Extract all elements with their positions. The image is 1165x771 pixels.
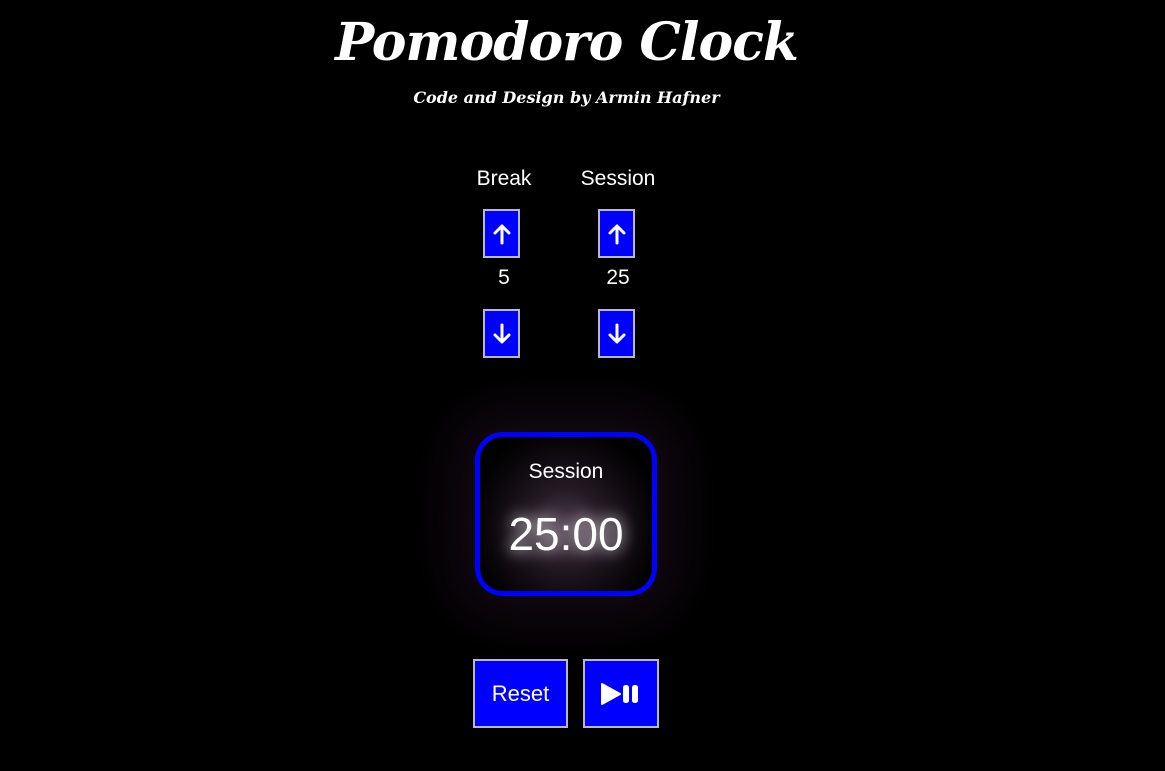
break-increment-button[interactable] [483,209,520,258]
break-length-value: 5 [498,266,510,289]
start-stop-button[interactable] [583,659,659,728]
timer-label: Session [528,460,604,483]
page-title: Pomodoro Clock [335,12,799,73]
arrow-down-icon [493,323,510,343]
play-pause-icon [601,682,638,705]
session-decrement-button[interactable] [598,309,635,358]
reset-button[interactable]: Reset [473,659,568,728]
timer-display: Session 25:00 [475,432,657,596]
session-increment-button[interactable] [598,209,635,258]
arrow-up-icon [493,224,510,244]
arrow-up-icon [608,224,625,244]
break-label: Break [476,167,532,190]
arrow-down-icon [608,323,625,343]
time-left: 25:00 [508,508,624,560]
session-label: Session [580,167,656,190]
session-length-value: 25 [606,266,630,289]
break-decrement-button[interactable] [483,309,520,358]
page-subtitle: Code and Design by Armin Hafner [413,88,720,107]
